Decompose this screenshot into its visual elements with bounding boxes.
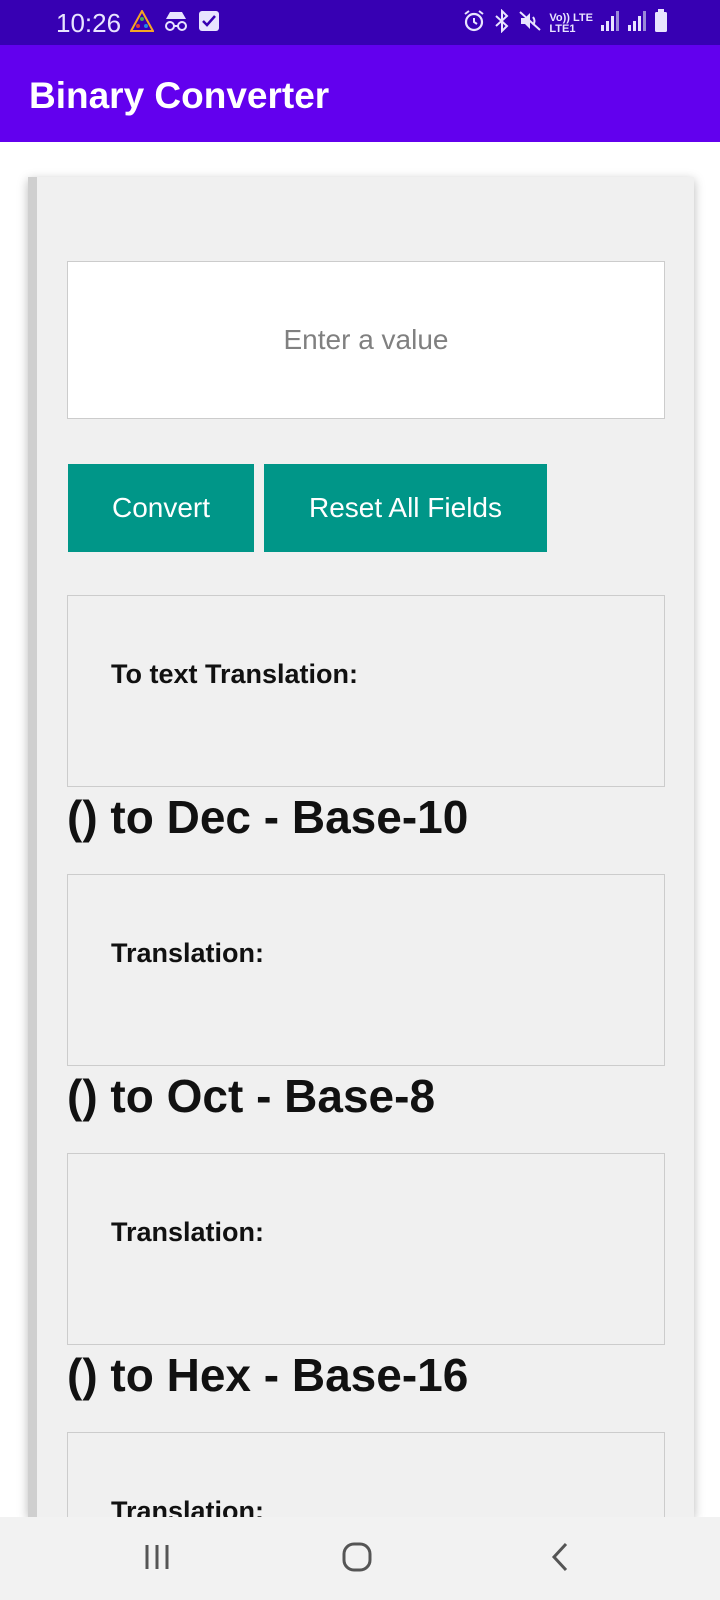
text-translation-label: To text Translation: — [111, 659, 359, 689]
home-icon[interactable] — [340, 1537, 376, 1582]
value-input-placeholder: Enter a value — [283, 324, 449, 355]
lte1-label: LTE1 — [549, 22, 576, 35]
hex-translation-label: Translation: — [111, 1496, 265, 1517]
incognito-icon — [162, 10, 190, 37]
system-nav-bar — [0, 1517, 720, 1600]
volte-label: Vo)) LTE — [549, 11, 593, 24]
signal-icon — [600, 10, 620, 37]
status-time: 10:26 — [56, 8, 122, 38]
back-icon[interactable] — [548, 1537, 572, 1582]
oct-translation-box: Translation: — [67, 1153, 665, 1345]
convert-button[interactable]: Convert — [68, 464, 254, 552]
oct-section-heading: () to Oct - Base-8 — [67, 1070, 436, 1122]
text-translation-box: To text Translation: — [67, 595, 665, 787]
reset-all-fields-button[interactable]: Reset All Fields — [264, 464, 547, 552]
oct-translation-label: Translation: — [111, 1217, 265, 1247]
recent-apps-icon[interactable] — [143, 1537, 173, 1582]
mute-icon — [518, 9, 542, 38]
volte-icon: Vo)) LTE LTE1 — [549, 11, 593, 35]
app-title: Binary Converter — [29, 75, 330, 116]
status-right-icons: Vo)) LTE LTE1 — [462, 8, 668, 38]
checkbox-icon — [198, 10, 220, 37]
triangle-app-icon — [129, 8, 155, 37]
status-left-icons — [129, 8, 220, 37]
battery-icon — [654, 9, 668, 38]
dec-section-heading: () to Dec - Base-10 — [67, 791, 469, 843]
hex-translation-box: Translation: — [67, 1432, 665, 1517]
hex-section-heading: () to Hex - Base-16 — [67, 1349, 469, 1401]
bluetooth-icon — [493, 8, 511, 38]
value-input[interactable]: Enter a value — [67, 261, 665, 419]
dec-translation-box: Translation: — [67, 874, 665, 1066]
status-bar: 10:26 Vo)) LTE LTE1 — [0, 0, 720, 45]
alarm-icon — [462, 9, 486, 38]
signal-icon — [627, 10, 647, 37]
app-bar: Binary Converter — [0, 45, 720, 142]
converter-card: Enter a value Convert Reset All Fields T… — [28, 177, 694, 1517]
dec-translation-label: Translation: — [111, 938, 265, 968]
